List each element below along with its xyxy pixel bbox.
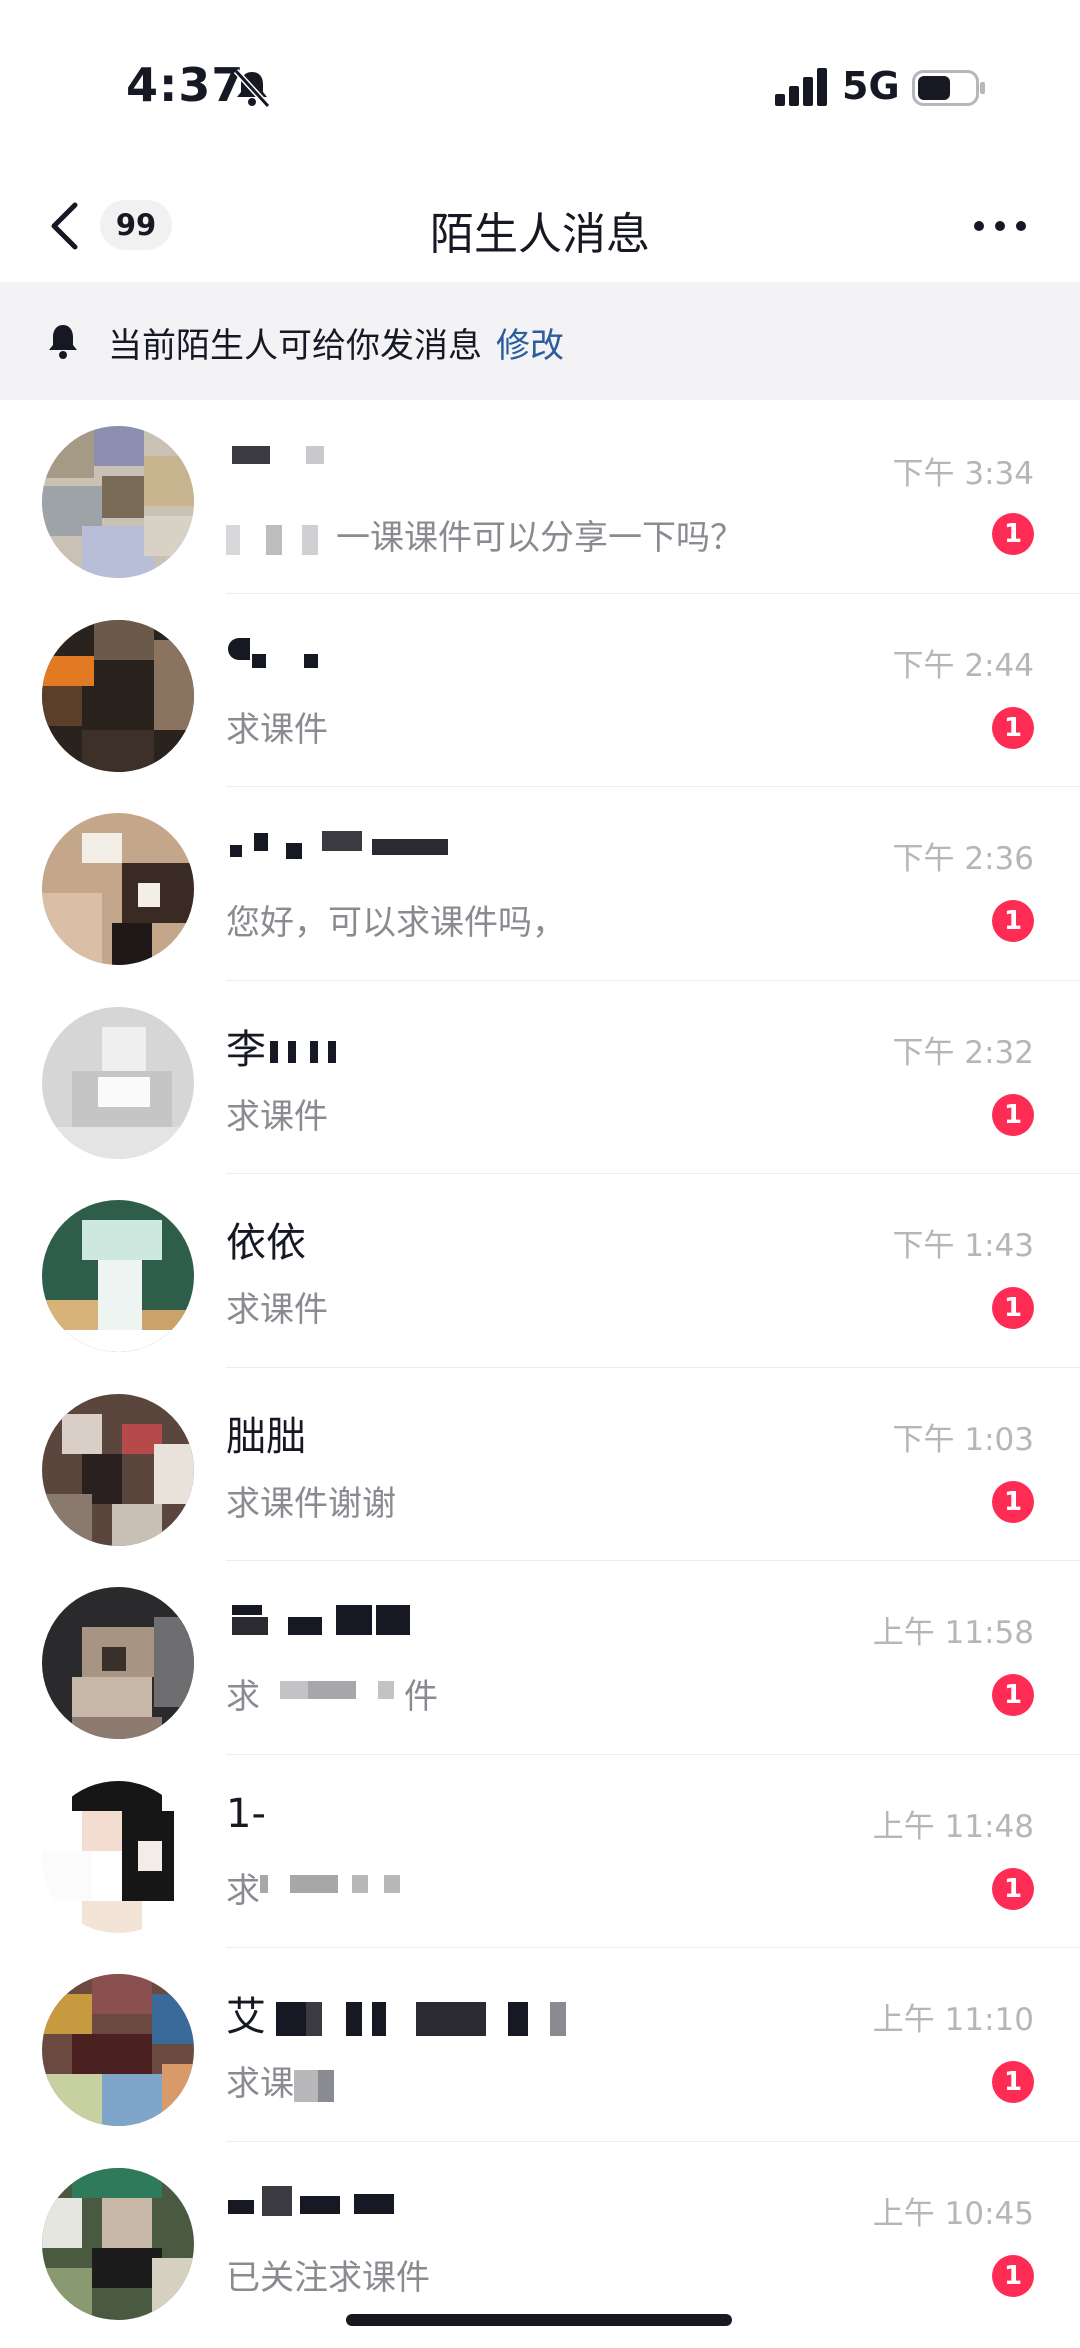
list-item[interactable]: 依依 求课件 下午 1:43 1 — [0, 1174, 1080, 1368]
redacted-name — [336, 1605, 372, 1635]
bell-icon — [49, 325, 77, 359]
redacted-name — [232, 1605, 262, 1615]
avatar — [42, 1780, 194, 1933]
message-time: 下午 2:36 — [892, 841, 1034, 877]
sender-name: 艾 — [226, 1984, 576, 2040]
bell-muted-icon — [233, 68, 271, 109]
list-item[interactable]: 李 求课件 下午 2:32 1 — [0, 981, 1080, 1174]
list-item[interactable]: 艾 求课 上午 11:10 1 — [0, 1948, 1080, 2142]
unread-indicator: 1 — [992, 2254, 1034, 2297]
message-time: 上午 11:10 — [872, 2002, 1034, 2038]
message-preview: 求课件 — [226, 709, 328, 750]
sender-name: 依依 — [226, 1220, 306, 1266]
avatar — [42, 1393, 194, 1546]
preview-text: 求课 — [226, 2064, 294, 2104]
preview-text: 求 — [226, 1677, 260, 1717]
list-item[interactable]: 求件 上午 11:58 1 — [0, 1561, 1080, 1755]
message-preview: 已关注求课件 — [226, 2257, 430, 2298]
page-title: 陌生人消息 — [430, 209, 650, 260]
message-time: 上午 11:58 — [872, 1615, 1034, 1651]
message-time: 下午 2:44 — [892, 647, 1034, 684]
redacted-name — [304, 653, 318, 668]
redacted-name — [252, 653, 266, 668]
redacted-name — [288, 1617, 322, 1635]
message-time: 下午 2:32 — [892, 1034, 1034, 1071]
redacted-name — [232, 446, 270, 464]
sender-name-text: 艾 — [226, 1994, 266, 2040]
unread-indicator: 1 — [992, 1674, 1034, 1716]
redacted-name — [354, 2193, 394, 2214]
cellular-signal-icon — [775, 68, 827, 106]
avatar — [42, 1974, 194, 2126]
message-time: 上午 10:45 — [872, 2195, 1034, 2232]
home-indicator[interactable] — [346, 2314, 732, 2326]
redacted-name — [228, 2199, 254, 2214]
list-item[interactable]: 朏朏 求课件谢谢 下午 1:03 1 — [0, 1368, 1080, 1561]
redacted-name — [286, 843, 302, 859]
message-preview: 一课课件可以分享一下吗？ — [226, 510, 744, 559]
unread-indicator: 1 — [992, 1480, 1034, 1523]
unread-indicator: 1 — [992, 706, 1034, 749]
unread-indicator: 1 — [992, 513, 1034, 555]
avatar — [42, 619, 194, 772]
redacted-name — [232, 1617, 268, 1635]
message-time: 下午 1:03 — [892, 1421, 1034, 1458]
notice-message: 当前陌生人可给你发消息 — [108, 326, 482, 366]
unread-indicator: 1 — [992, 2061, 1034, 2103]
modify-link[interactable]: 修改 — [496, 326, 564, 366]
preview-text: 一课课件可以分享一下吗？ — [336, 518, 744, 558]
message-preview: 求课件 — [226, 1290, 328, 1330]
redacted-name — [322, 831, 362, 851]
message-preview: 求 — [226, 1863, 408, 1912]
message-preview: 求课 — [226, 2056, 334, 2105]
sender-name-text: 李 — [226, 1026, 266, 1073]
list-item[interactable]: 1- 求 上午 11:48 1 — [0, 1755, 1080, 1948]
avatar — [42, 813, 194, 965]
message-list: 一课课件可以分享一下吗？ 下午 3:34 1 求课件 下午 2:44 1 您好，… — [0, 400, 1080, 2335]
sender-name: 1- — [226, 1790, 266, 1837]
list-item[interactable]: 一课课件可以分享一下吗？ 下午 3:34 1 — [0, 400, 1080, 594]
list-item[interactable]: 已关注求课件 上午 10:45 1 — [0, 2142, 1080, 2336]
list-item[interactable]: 您好，可以求课件吗， 下午 2:36 1 — [0, 787, 1080, 981]
avatar — [42, 1006, 194, 1159]
status-bar: 4:37 5G — [0, 0, 1080, 170]
redacted-name — [372, 839, 448, 855]
more-button[interactable] — [964, 206, 1036, 246]
redacted-name — [254, 833, 268, 851]
message-time: 下午 3:34 — [892, 456, 1034, 492]
avatar — [42, 2167, 194, 2320]
message-preview: 求课件 — [226, 1096, 328, 1137]
preview-text: 求 — [226, 1870, 260, 1911]
nav-bar: 99 陌生人消息 — [0, 170, 1080, 282]
redacted-name — [230, 845, 242, 857]
notice-text: 当前陌生人可给你发消息 修改 — [108, 318, 564, 367]
redacted-name — [300, 2195, 340, 2214]
redacted-name — [306, 446, 324, 464]
network-type: 5G — [842, 64, 900, 108]
avatar — [42, 1587, 194, 1739]
avatar — [42, 1200, 194, 1352]
unread-indicator: 1 — [992, 1287, 1034, 1329]
message-preview: 求课件谢谢 — [226, 1483, 396, 1524]
status-time: 4:37 — [126, 58, 245, 112]
battery-icon — [912, 70, 985, 106]
message-preview: 求件 — [226, 1669, 438, 1718]
sender-name: 李 — [226, 1017, 346, 1073]
unread-indicator: 1 — [992, 1093, 1034, 1136]
message-time: 下午 1:43 — [892, 1228, 1034, 1264]
message-preview: 您好，可以求课件吗， — [226, 903, 566, 943]
redacted-name — [228, 637, 250, 660]
redacted-name — [262, 2185, 292, 2216]
unread-indicator: 1 — [992, 900, 1034, 942]
avatar — [42, 426, 194, 578]
list-item[interactable]: 求课件 下午 2:44 1 — [0, 594, 1080, 787]
sender-name: 朏朏 — [226, 1413, 306, 1460]
unread-indicator: 1 — [992, 1867, 1034, 1910]
message-time: 上午 11:48 — [872, 1808, 1034, 1845]
preview-text-tail: 件 — [404, 1677, 438, 1717]
redacted-name — [376, 1605, 410, 1635]
more-dots-icon — [974, 221, 1026, 231]
stranger-message-notice: 当前陌生人可给你发消息 修改 — [0, 282, 1080, 400]
